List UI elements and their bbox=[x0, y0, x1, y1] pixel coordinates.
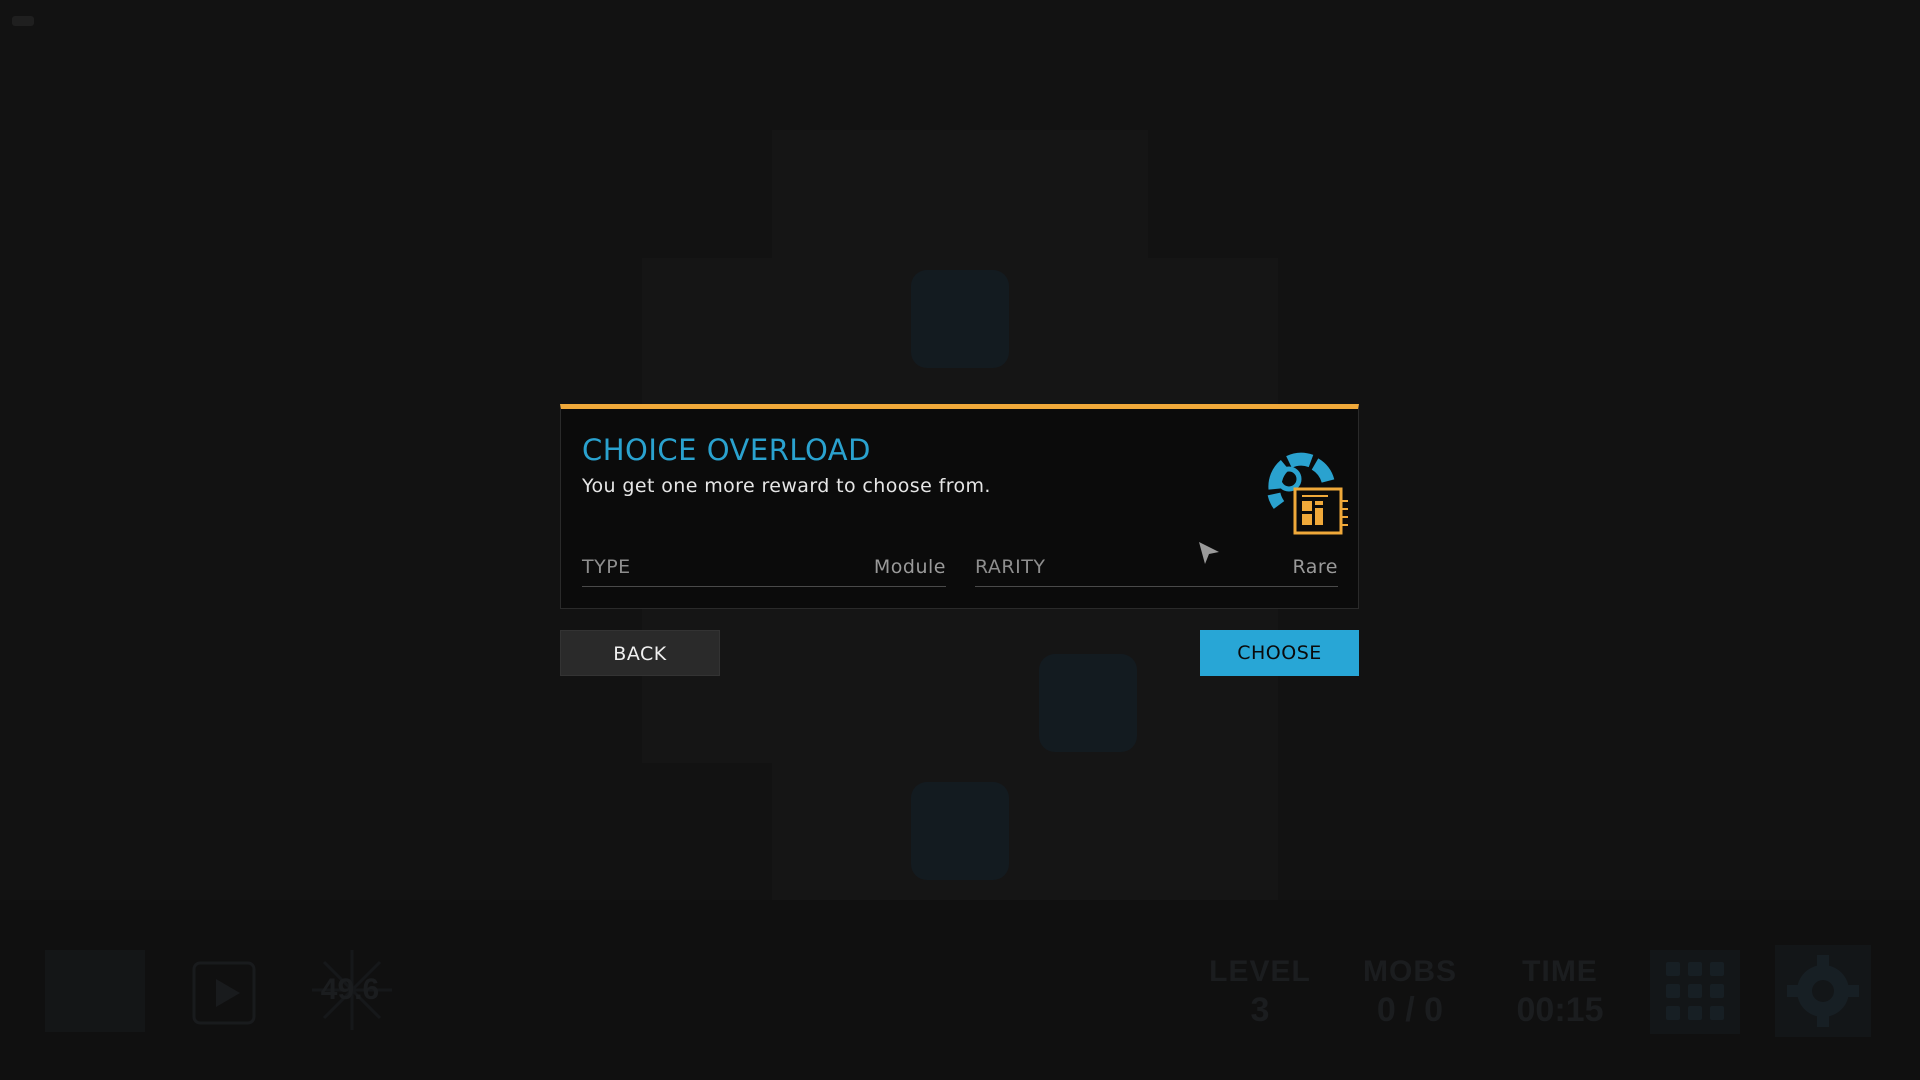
rarity-label: RARITY bbox=[975, 556, 1046, 578]
module-reward-icon bbox=[1267, 452, 1348, 535]
choose-button[interactable]: CHOOSE bbox=[1200, 630, 1359, 676]
reward-dialog: CHOICE OVERLOAD You get one more reward … bbox=[560, 404, 1359, 609]
type-label: TYPE bbox=[582, 556, 631, 578]
dialog-title: CHOICE OVERLOAD bbox=[582, 433, 871, 467]
type-stat: TYPE Module bbox=[582, 554, 946, 587]
mouse-cursor-icon bbox=[1199, 542, 1219, 564]
back-button[interactable]: BACK bbox=[560, 630, 720, 676]
rarity-stat: RARITY Rare bbox=[975, 554, 1338, 587]
game-screen: 49.6 LEVEL 3 MOBS 0 / 0 TIME 00:15 CHOIC… bbox=[0, 0, 1920, 1080]
dialog-description: You get one more reward to choose from. bbox=[582, 475, 991, 497]
rarity-value: Rare bbox=[1292, 556, 1338, 578]
type-value: Module bbox=[873, 556, 946, 578]
